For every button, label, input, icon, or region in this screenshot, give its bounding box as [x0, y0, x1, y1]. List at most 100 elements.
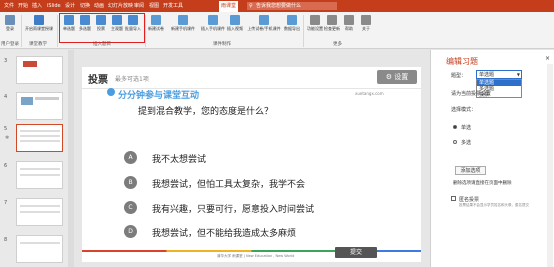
group-separator: [145, 15, 146, 47]
option-letter: D: [124, 225, 137, 238]
option-text: 我不太想尝试: [152, 155, 207, 165]
group-label-login: 用户登录: [1, 42, 19, 47]
question-type-select[interactable]: 单选题 ▼: [476, 70, 522, 79]
export-label: 数据导出: [284, 26, 300, 31]
tab-rain-classroom[interactable]: 雨课堂: [219, 1, 239, 12]
insert-courseware-icon: [208, 15, 218, 25]
tab-review[interactable]: 审阅: [132, 1, 146, 12]
delete-hint: 删除选项请直接在页面中删除: [453, 181, 512, 186]
highlight-box: [59, 13, 145, 43]
tab-developer[interactable]: 开发工具: [161, 1, 185, 12]
banner-dot-icon: [107, 88, 115, 96]
type-select-value: 单选题: [479, 72, 495, 78]
settings-button[interactable]: ⚙ 设置: [377, 70, 417, 84]
anonymous-checkbox[interactable]: [451, 196, 456, 201]
tab-insert[interactable]: 插入: [30, 1, 44, 12]
check-update-button[interactable]: 检查更新: [324, 14, 340, 38]
group-label-more: 更多: [333, 42, 342, 47]
option-letter: B: [124, 176, 137, 189]
tab-islide[interactable]: iSlide: [45, 1, 63, 12]
option-text: 我有兴趣，只要可行，愿意投入时间尝试: [152, 205, 315, 215]
slide-number: 3: [4, 58, 8, 64]
insert-courseware-label: 插入手机课件: [201, 26, 225, 31]
tab-transitions[interactable]: 切换: [78, 1, 92, 12]
submit-button[interactable]: 提交: [335, 247, 377, 258]
about-label: 关于: [362, 26, 370, 31]
export-button[interactable]: 数据导出: [284, 14, 300, 38]
group-label-courseware: 课件制作: [213, 42, 231, 47]
slide-thumbnail[interactable]: [16, 92, 63, 120]
slide-thumbnail[interactable]: [16, 56, 63, 84]
option-text: 我想尝试，但不能给我造成太多麻烦: [152, 229, 297, 239]
add-option-button[interactable]: 添加选项: [455, 166, 486, 175]
tab-file[interactable]: 文件: [2, 1, 16, 12]
vote-title: 投票: [88, 75, 108, 86]
radio-single[interactable]: [453, 125, 457, 129]
check-update-icon: [327, 15, 337, 25]
pane-scrollbar[interactable]: [547, 64, 553, 267]
ribbon-tab-bar: 文件 开始 插入 iSlide 设计 切换 动画 幻灯片放映 审阅 视图 开发工…: [0, 0, 554, 12]
help-icon: [344, 15, 354, 25]
question-text: 提到混合教学，您的态度是什么？: [138, 107, 274, 117]
radio-multi[interactable]: [453, 140, 457, 144]
tab-view[interactable]: 视图: [147, 1, 161, 12]
login-label: 登录: [6, 26, 14, 31]
tab-animations[interactable]: 动画: [92, 1, 106, 12]
mode-label: 选择模式：: [451, 107, 477, 113]
help-button[interactable]: 帮助: [341, 14, 357, 38]
new-paper-label: 新建试卷: [148, 26, 164, 31]
close-icon[interactable]: ×: [545, 55, 550, 62]
export-icon: [287, 15, 297, 25]
function-settings-icon: [310, 15, 320, 25]
slide-header: 投票 最多可选1项 ⚙ 设置: [82, 67, 421, 89]
about-icon: [361, 15, 371, 25]
function-settings-button[interactable]: 功能设置: [307, 14, 323, 38]
insert-video-button[interactable]: 插入视频: [227, 14, 243, 38]
slide-thumbnail-selected[interactable]: [16, 124, 63, 152]
slide-thumbnail[interactable]: [16, 198, 63, 226]
option-letter: C: [124, 201, 137, 214]
pane-title: 编辑习题: [446, 57, 478, 66]
slide-thumbnail[interactable]: [16, 161, 63, 189]
tell-me-text: 告诉我您想要做什么: [256, 3, 302, 9]
upload-button[interactable]: 上传试卷/手机课件: [246, 14, 282, 38]
start-class-label: 开启雨课堂授课: [25, 26, 53, 31]
slide-number: 4: [4, 94, 8, 100]
slide-footer: 清华大学 雨课堂 | New Education , New World: [217, 254, 295, 258]
slide-number: 8: [4, 237, 8, 243]
group-separator: [57, 15, 58, 47]
lightbulb-icon: ♀: [249, 3, 253, 9]
tab-home[interactable]: 开始: [16, 1, 30, 12]
slide-number: 6: [4, 163, 8, 169]
chevron-down-icon: ▼: [516, 72, 520, 77]
new-courseware-label: 新建手机课件: [171, 26, 195, 31]
login-button[interactable]: 登录: [2, 14, 18, 38]
group-label-class: 课堂教学: [29, 42, 47, 47]
tell-me-search[interactable]: ♀ 告诉我您想要做什么: [247, 2, 337, 10]
new-courseware-icon: [178, 15, 188, 25]
tab-design[interactable]: 设计: [63, 1, 77, 12]
banner-url: xuetangx.com: [355, 91, 384, 96]
slide-number: 5: [4, 126, 8, 132]
new-courseware-button[interactable]: 新建手机课件: [168, 14, 198, 38]
group-separator: [21, 15, 22, 47]
gear-icon: ⚙: [385, 73, 395, 81]
check-update-label: 检查更新: [324, 26, 340, 31]
slide-thumbnail-pane: 3 4 5 ✱ 6 7 8: [0, 50, 68, 267]
new-paper-button[interactable]: 新建试卷: [148, 14, 164, 38]
about-button[interactable]: 关于: [358, 14, 374, 38]
ribbon: 登录 开启雨课堂授课 单选题 多选题 投票 主观题 批量导入 新建试卷 新建手机…: [0, 12, 554, 49]
option-text: 我想尝试，但怕工具太复杂，我学不会: [152, 180, 306, 190]
upload-icon: [259, 15, 269, 25]
option-letter: A: [124, 151, 137, 164]
type-label: 题型：: [451, 73, 467, 79]
start-class-icon: [34, 15, 44, 25]
slide-thumbnail[interactable]: [16, 235, 63, 263]
start-class-button[interactable]: 开启雨课堂授课: [25, 14, 53, 38]
insert-courseware-button[interactable]: 插入手机课件: [201, 14, 225, 38]
help-label: 帮助: [345, 26, 353, 31]
new-paper-icon: [151, 15, 161, 25]
insert-video-icon: [230, 15, 240, 25]
answer-hint: 请为当前投票设置: [451, 91, 492, 97]
tab-slideshow[interactable]: 幻灯片放映: [106, 1, 135, 12]
